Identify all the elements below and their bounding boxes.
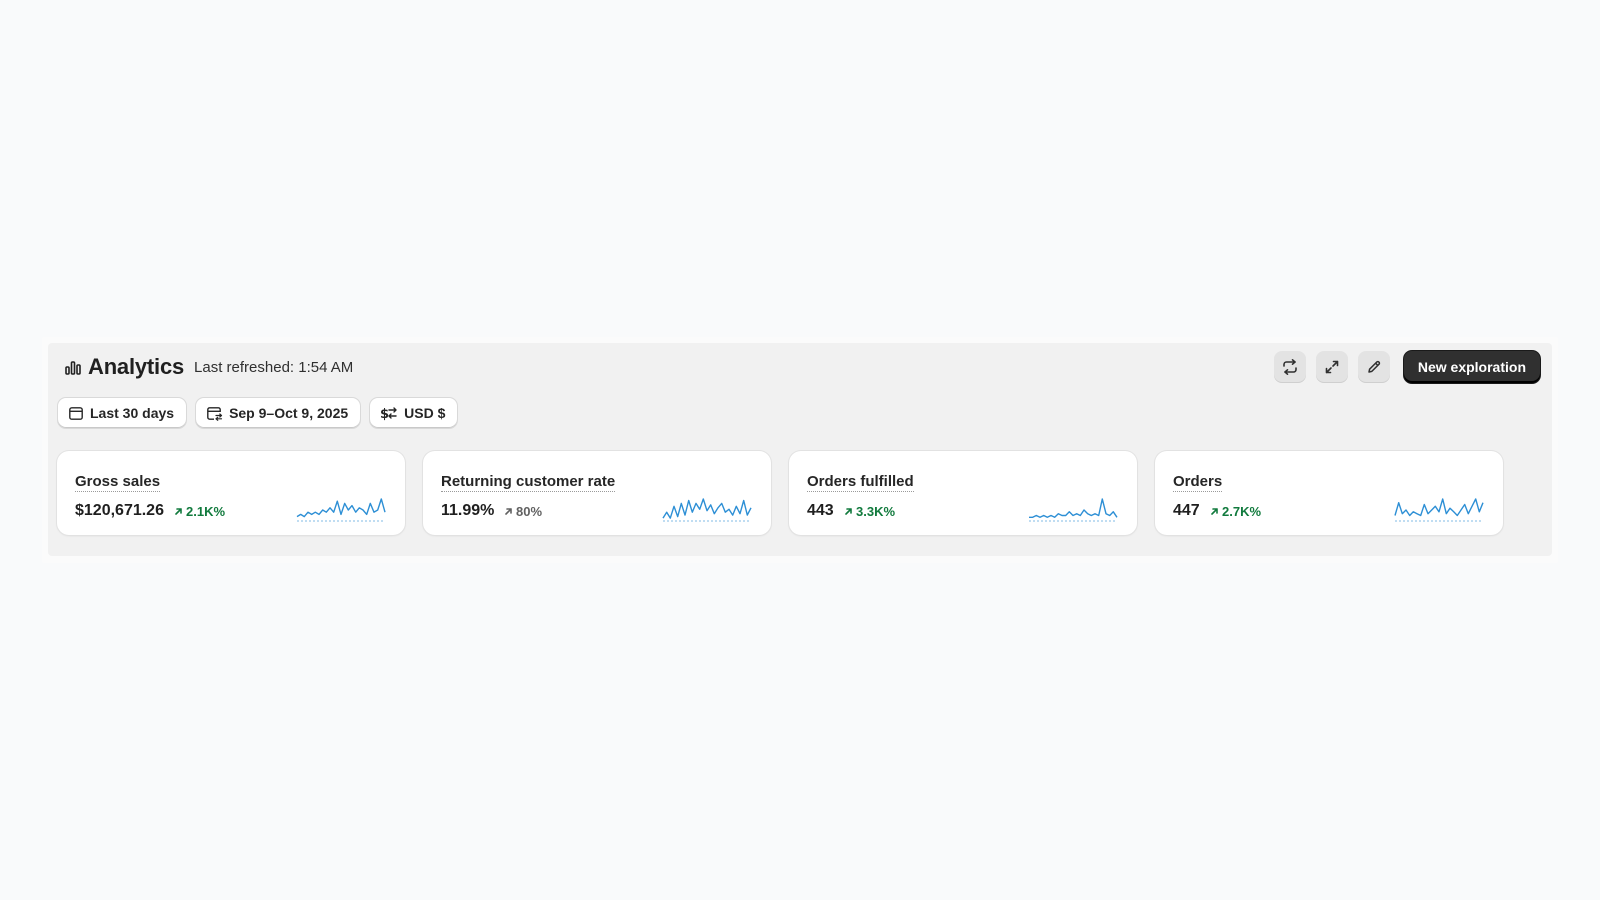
arrow-up-right-icon (175, 508, 182, 515)
metric-label[interactable]: Gross sales (75, 473, 161, 492)
metric-delta-text: 3.3K% (856, 504, 896, 519)
page-title: Analytics (88, 354, 185, 379)
pencil-icon (1368, 360, 1381, 373)
metric-delta: 2.1K% (174, 504, 225, 519)
metric-cards: Gross sales $120,671.26 2.1K% Returning … (57, 451, 1503, 535)
calendar-compare-icon (207, 407, 223, 421)
header-actions: New exploration (1273, 351, 1540, 383)
expand-button[interactable] (1315, 351, 1348, 383)
arrow-up-right-icon (845, 508, 852, 515)
metric-card-orders-fulfilled[interactable]: Orders fulfilled 443 3.3K% (789, 451, 1137, 535)
metric-card-gross-sales[interactable]: Gross sales $120,671.26 2.1K% (57, 451, 405, 535)
metric-delta-text: 2.1K% (186, 504, 226, 519)
calendar-icon (69, 407, 83, 420)
metric-delta: 2.7K% (1210, 504, 1261, 519)
new-exploration-button[interactable]: New exploration (1403, 351, 1540, 383)
metric-delta-text: 2.7K% (1222, 504, 1262, 519)
metric-value: 443 (807, 502, 834, 519)
svg-text:$: $ (380, 407, 389, 421)
date-range-picker[interactable]: Last 30 days (58, 398, 187, 428)
date-range-label: Last 30 days (90, 405, 175, 421)
sparkline (296, 498, 386, 522)
last-refreshed-text: Last refreshed: 1:54 AM (194, 358, 354, 376)
edit-button[interactable] (1357, 351, 1390, 383)
currency-exchange-icon: $ (380, 407, 397, 421)
metric-value: 11.99% (441, 502, 495, 519)
sparkline-series (1029, 498, 1118, 518)
bar-chart-icon (64, 358, 82, 376)
sparkline-series (1394, 498, 1484, 517)
arrow-up-right-icon (505, 508, 512, 515)
sparkline (1394, 498, 1484, 522)
arrow-up-right-icon (1211, 508, 1218, 515)
sparkline (1029, 498, 1118, 522)
panel-header: Analytics Last refreshed: 1:54 AM New ex… (64, 343, 1540, 391)
metric-card-orders[interactable]: Orders 447 2.7K% (1155, 451, 1503, 535)
metric-label[interactable]: Returning customer rate (441, 473, 616, 492)
analytics-panel: Analytics Last refreshed: 1:54 AM New ex… (48, 343, 1552, 556)
refresh-icon (1283, 359, 1297, 375)
currency-selector[interactable]: $ USD $ (370, 398, 458, 428)
sparkline-series (296, 498, 386, 518)
filter-bar: Last 30 days Sep 9–Oct 9, 2025 $ USD $ (58, 398, 458, 428)
metric-value: $120,671.26 (75, 502, 164, 519)
comparison-date-label: Sep 9–Oct 9, 2025 (229, 405, 349, 421)
comparison-date-picker[interactable]: Sep 9–Oct 9, 2025 (196, 398, 361, 428)
expand-icon (1325, 360, 1339, 374)
metric-delta: 3.3K% (844, 504, 895, 519)
metric-value: 447 (1173, 502, 1200, 519)
metric-label[interactable]: Orders fulfilled (807, 473, 914, 492)
metric-label[interactable]: Orders (1173, 473, 1223, 492)
sparkline (662, 498, 752, 522)
metric-delta: 80% (504, 504, 542, 519)
sparkline-series (662, 498, 752, 519)
metric-card-returning-customer-rate[interactable]: Returning customer rate 11.99% 80% (423, 451, 771, 535)
refresh-button[interactable] (1273, 351, 1306, 383)
metric-delta-text: 80% (516, 504, 543, 519)
currency-label: USD $ (404, 405, 446, 421)
